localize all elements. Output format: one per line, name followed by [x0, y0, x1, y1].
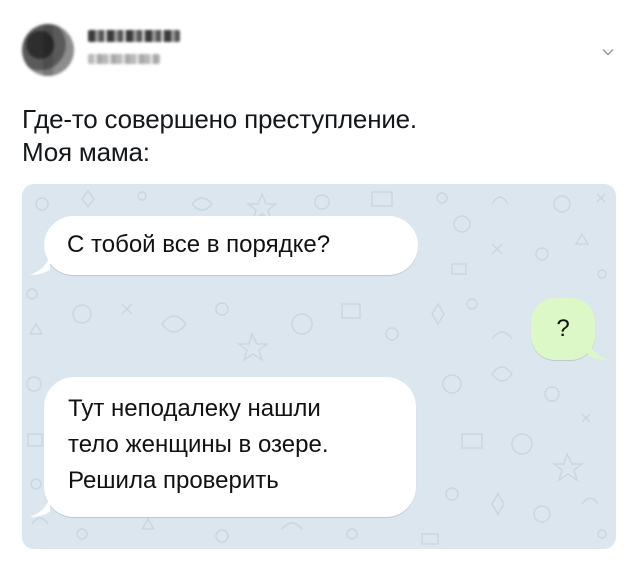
chat-message-text-line: Решила проверить	[68, 467, 279, 494]
tweet-text: Где-то совершено преступление. Моя мама:	[22, 103, 618, 169]
chat-message-text-line: тело женщины в озере.	[68, 431, 329, 458]
avatar[interactable]	[22, 24, 74, 76]
bubble-tail-outgoing	[588, 338, 608, 360]
chat-screenshot: С тобой все в порядке? ? Тут неподалеку …	[22, 184, 616, 549]
chat-message-text-line: Тут неподалеку нашли	[68, 395, 321, 422]
bubble-tail-incoming	[30, 253, 50, 275]
author-name-blurred[interactable]	[88, 30, 180, 42]
chat-message-outgoing[interactable]: ?	[531, 298, 595, 360]
chevron-down-icon[interactable]	[602, 46, 614, 58]
bubble-tail-incoming	[30, 495, 50, 517]
tweet-text-line: Моя мама:	[22, 137, 150, 167]
chat-message-text: С тобой все в порядке?	[67, 231, 331, 258]
tweet-header	[22, 24, 618, 80]
chat-message-incoming[interactable]: С тобой все в порядке?	[44, 216, 418, 275]
chat-message-incoming[interactable]: Тут неподалеку нашли тело женщины в озер…	[44, 377, 416, 517]
chat-message-text: ?	[556, 315, 570, 342]
author-handle-blurred	[88, 54, 160, 64]
tweet-text-line: Где-то совершено преступление.	[22, 104, 417, 134]
